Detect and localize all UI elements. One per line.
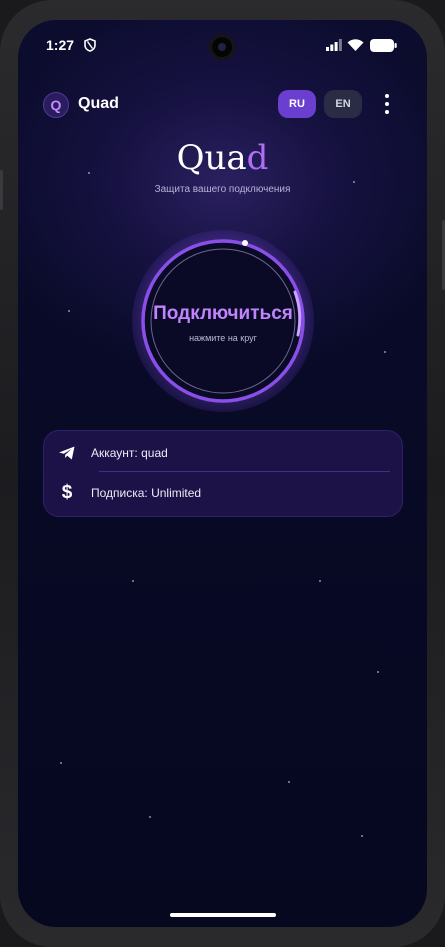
subscription-row: $ Подписка: Unlimited — [44, 473, 402, 513]
front-camera — [209, 34, 235, 60]
background-star — [288, 781, 290, 783]
signal-icon — [326, 39, 342, 51]
app-logo: Q — [43, 92, 69, 118]
telegram-icon — [59, 446, 75, 460]
language-ru-button[interactable]: RU — [278, 90, 316, 118]
brand-title-accent: d — [246, 138, 269, 178]
phone-side-button — [0, 170, 3, 210]
connect-button[interactable]: Подключиться нажмите на круг — [132, 230, 314, 412]
background-star — [68, 310, 70, 312]
subscription-text: Подписка: Unlimited — [91, 486, 202, 500]
battery-icon — [370, 39, 397, 52]
status-bar: 1:27 — [18, 20, 427, 70]
background-star — [353, 181, 355, 183]
language-en-button[interactable]: EN — [324, 90, 362, 118]
background-star — [361, 835, 363, 837]
background-star — [132, 580, 134, 582]
status-time: 1:27 — [46, 37, 75, 53]
brand-title: Quad — [18, 138, 427, 178]
home-indicator[interactable] — [170, 913, 276, 917]
app-screen: 1:27 Q Quad RU EN Quad Защита вашего под… — [18, 20, 427, 927]
account-row: Аккаунт: quad — [44, 433, 402, 473]
shield-icon — [84, 38, 96, 52]
background-star — [377, 671, 379, 673]
connect-label: Подключиться — [153, 303, 293, 324]
background-star — [60, 762, 62, 764]
background-star — [319, 580, 321, 582]
app-name: Quad — [78, 95, 119, 112]
info-card: Аккаунт: quad $ Подписка: Unlimited — [43, 430, 403, 517]
wifi-icon — [347, 39, 364, 51]
more-vertical-icon[interactable] — [380, 94, 394, 116]
info-divider — [99, 471, 390, 472]
background-star — [149, 816, 151, 818]
brand-subtitle: Защита вашего подключения — [154, 184, 291, 195]
app-header: Q Quad RU EN — [18, 84, 427, 128]
connect-hint: нажмите на круг — [189, 333, 257, 343]
background-star — [384, 351, 386, 353]
dollar-icon: $ — [61, 482, 73, 503]
account-text: Аккаунт: quad — [91, 446, 168, 460]
brand-title-main: Qua — [176, 138, 247, 178]
